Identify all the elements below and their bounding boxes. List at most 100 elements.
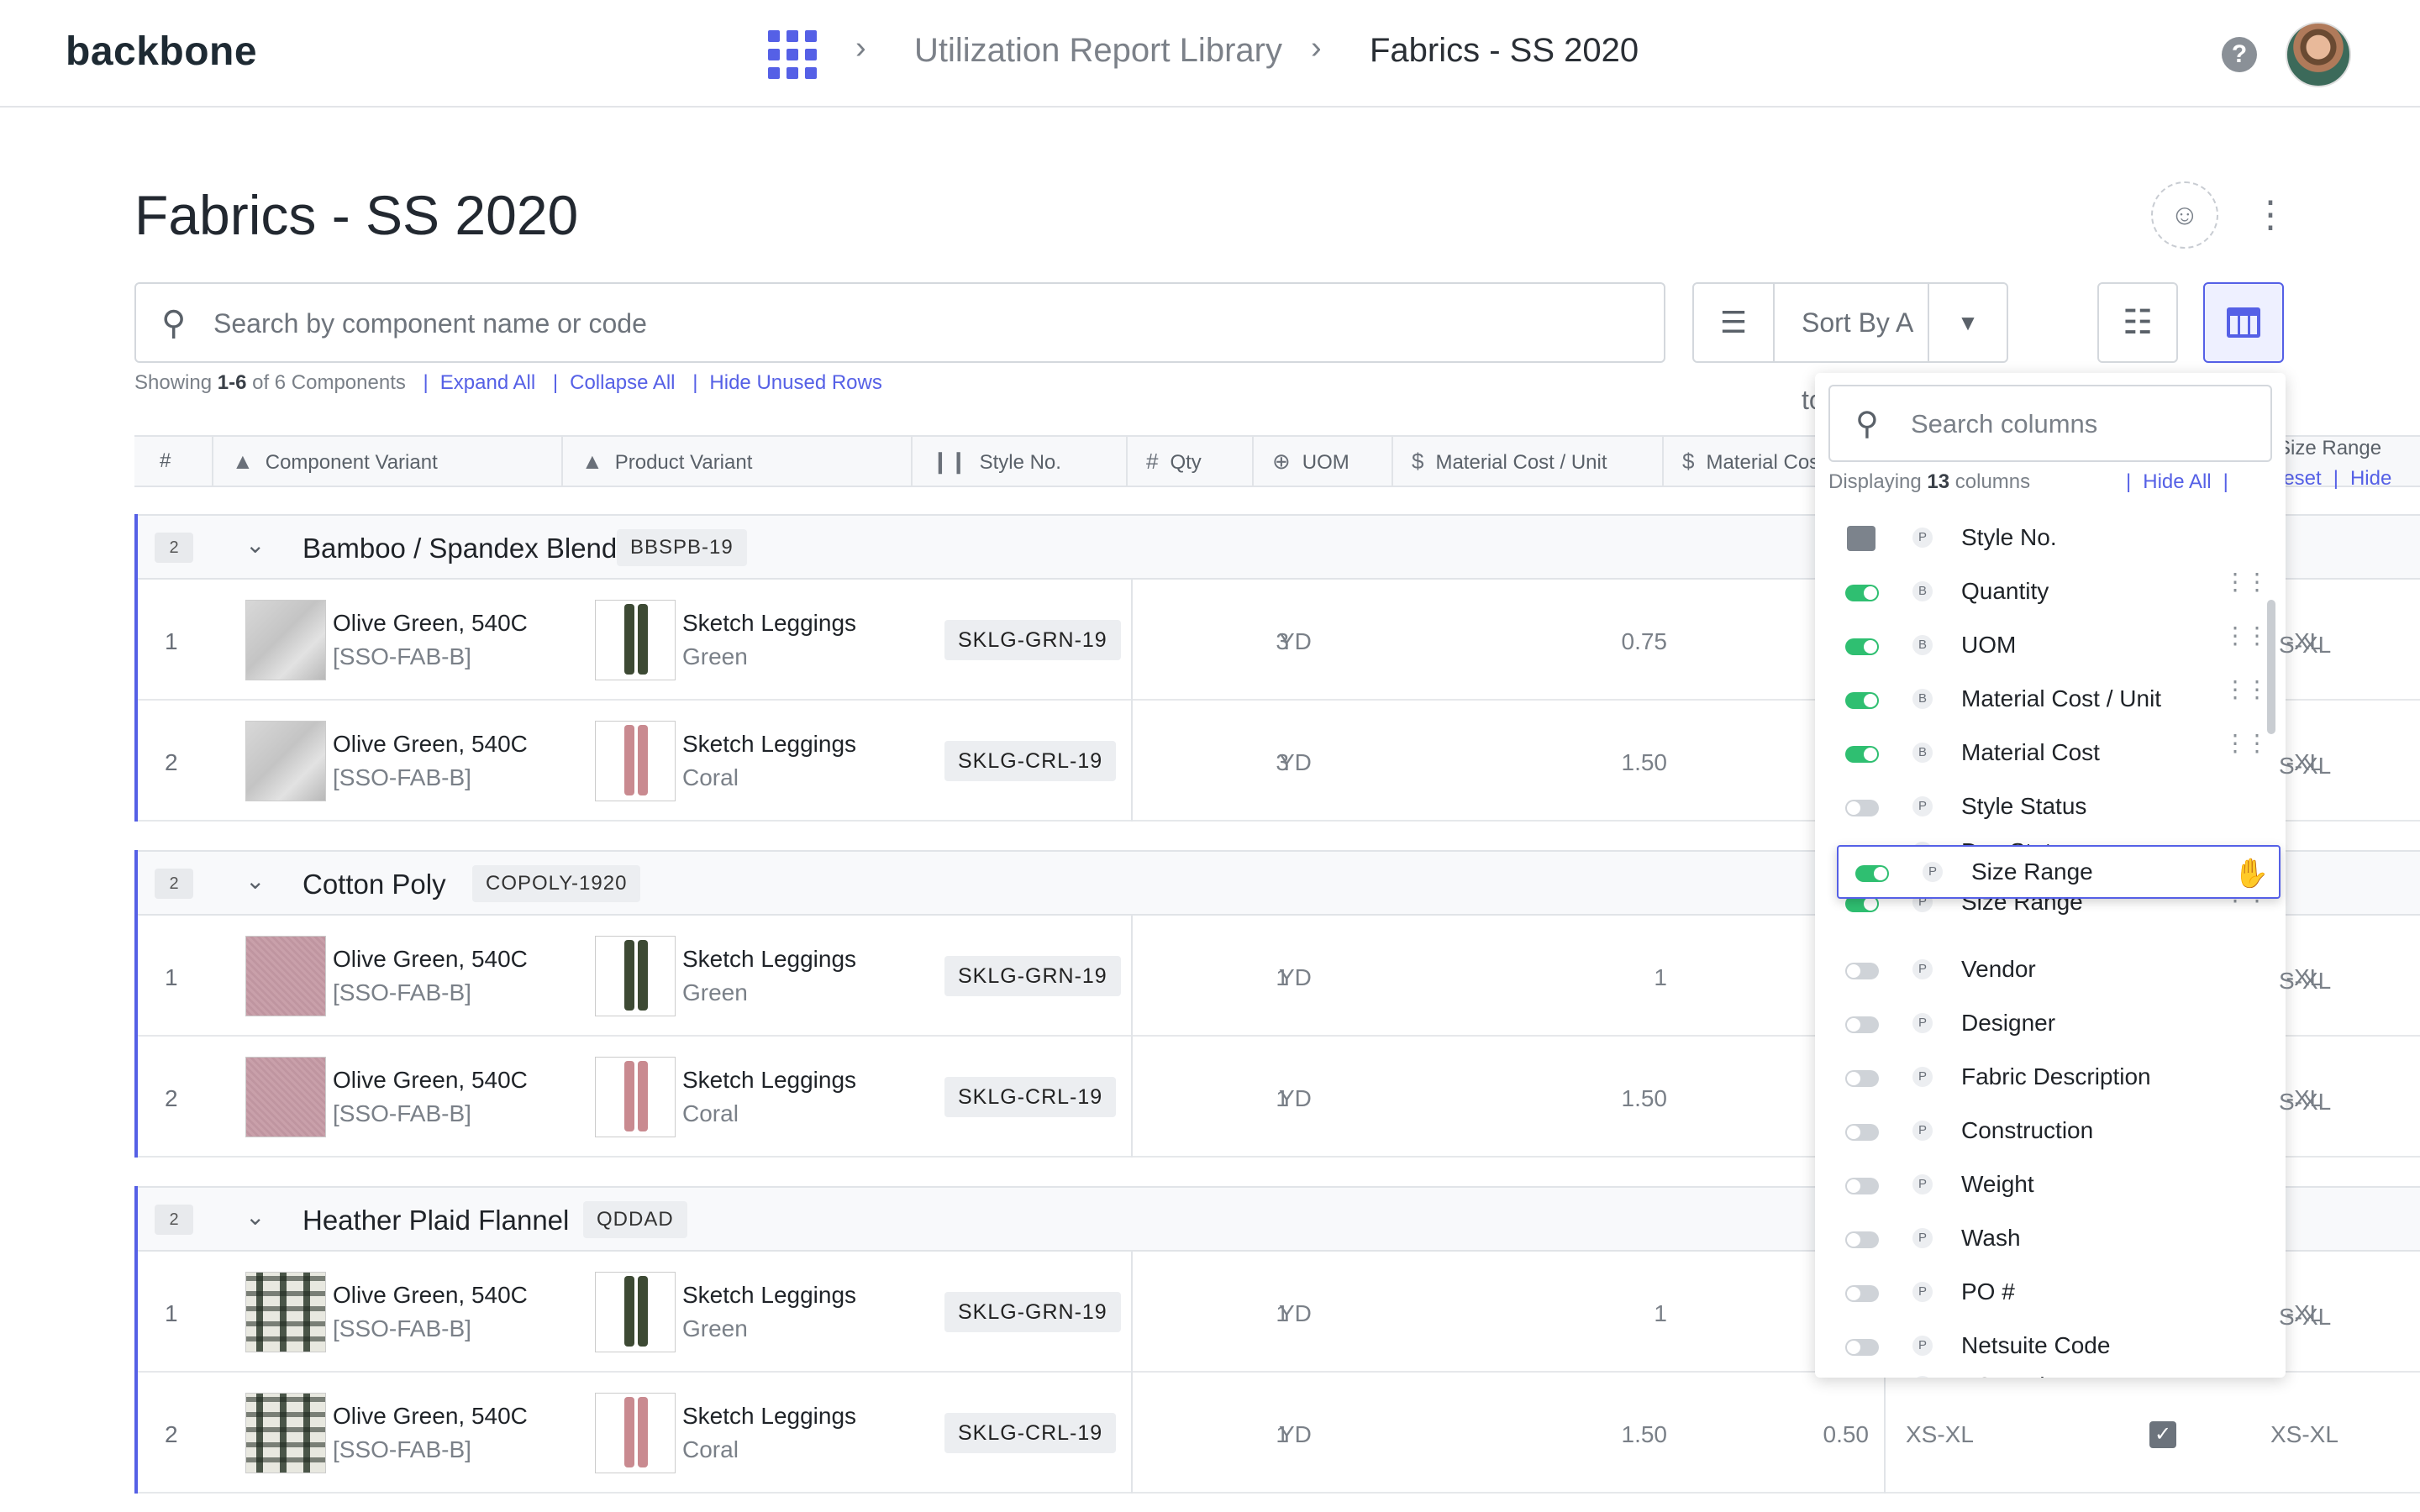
sort-lines-icon[interactable]: ☰ <box>1694 284 1775 361</box>
add-collaborator-button[interactable]: ☺ <box>2151 181 2218 249</box>
chevron-down-icon[interactable]: ▼ <box>1928 284 2007 361</box>
column-label: Netsuite Code <box>1961 1332 2111 1358</box>
column-item[interactable]: P Weight <box>1815 1159 2286 1213</box>
fabric-swatch-image <box>245 1272 326 1352</box>
column-item[interactable]: B Material Cost ⋮⋮ <box>1815 727 2286 781</box>
drag-handle-icon[interactable]: ⋮⋮ <box>2223 678 2269 701</box>
col-header-product-variant[interactable]: ▲ Product Variant <box>563 437 913 486</box>
table-row[interactable]: 2 Olive Green, 540C [SSO-FAB-B] Sketch Legg… <box>138 1373 2420 1494</box>
column-toggle[interactable] <box>1845 1339 1879 1356</box>
style-number-chip: SKLG-CRL-19 <box>944 741 1117 781</box>
dragged-column-item[interactable]: P Size Range ✋ <box>1837 845 2281 899</box>
col-header-index[interactable]: # <box>134 437 213 486</box>
column-toggle[interactable] <box>1845 1124 1879 1141</box>
component-variant-code: [SSO-FAB-B] <box>333 1315 471 1341</box>
collapse-all-link[interactable]: Collapse All <box>570 371 675 394</box>
columns-button[interactable] <box>2203 282 2284 363</box>
expand-all-link[interactable]: Expand All <box>440 371 535 394</box>
column-item[interactable]: P Vendor <box>1815 944 2286 998</box>
sort-label[interactable]: Sort By A to Z <box>1775 284 1928 415</box>
column-toggle[interactable] <box>1845 638 1879 655</box>
hide-unused-rows-link[interactable]: Hide Unused Rows <box>709 371 881 394</box>
column-search-box[interactable]: ⚲ <box>1828 385 2272 462</box>
row-number: 1 <box>165 964 178 990</box>
user-avatar[interactable] <box>2286 22 2351 87</box>
component-search-input[interactable] <box>213 302 1642 344</box>
help-icon[interactable]: ? <box>2222 37 2257 72</box>
column-toggle[interactable] <box>1855 865 1889 882</box>
column-toggle[interactable] <box>1845 1016 1879 1033</box>
column-item[interactable]: B Quantity ⋮⋮ <box>1815 566 2286 620</box>
col-header-component-variant[interactable]: ▲ Component Variant <box>213 437 563 486</box>
dollar-icon: $ <box>1412 449 1424 474</box>
column-item[interactable]: B UOM ⋮⋮ <box>1815 620 2286 674</box>
more-options-icon[interactable]: ⋮ <box>2252 190 2289 240</box>
chevron-down-icon[interactable]: ⌄ <box>245 1203 265 1231</box>
column-item[interactable]: P Style No. <box>1815 512 2286 566</box>
component-search-box[interactable]: ⚲ <box>134 282 1665 363</box>
hide-all-link[interactable]: Hide All <box>2143 470 2211 493</box>
column-item[interactable]: P Designer <box>1815 998 2286 1052</box>
drag-handle-icon[interactable]: ⋮⋮ <box>2223 732 2269 755</box>
column-type-badge: P <box>1912 1376 1933 1378</box>
column-toggle[interactable] <box>1845 1231 1879 1248</box>
column-toggle[interactable] <box>1845 585 1879 601</box>
group-name: Heather Plaid Flannel <box>302 1205 570 1236</box>
col-header-qty[interactable]: # Qty <box>1128 437 1254 486</box>
column-label: Wash <box>1961 1225 2021 1251</box>
column-item[interactable]: P FOB Price <box>1815 1361 2286 1378</box>
column-item[interactable]: P Wash <box>1815 1213 2286 1267</box>
column-item[interactable]: P Construction <box>1815 1105 2286 1159</box>
column-type-badge: P <box>1912 1067 1933 1087</box>
drag-handle-icon[interactable]: ⋮⋮ <box>2223 570 2269 594</box>
column-item[interactable]: B Material Cost / Unit ⋮⋮ <box>1815 674 2286 727</box>
breadcrumb-report-library[interactable]: Utilization Report Library <box>914 32 1282 70</box>
column-list-scrollbar[interactable] <box>2267 600 2275 734</box>
summary-prefix: Showing <box>134 371 218 394</box>
column-toggle[interactable] <box>1845 800 1879 816</box>
sort-control[interactable]: ☰ Sort By A to Z ▼ <box>1692 282 2008 415</box>
column-toggle[interactable] <box>1845 1285 1879 1302</box>
columns-icon <box>2227 307 2260 338</box>
column-item[interactable]: P Fabric Description <box>1815 1052 2286 1105</box>
col-header-size-range[interactable]: Size Range <box>2277 437 2381 460</box>
column-label: Material Cost / Unit <box>1961 685 2162 711</box>
size-range-value: XS-XL <box>1906 1421 1974 1447</box>
component-variant-name: Olive Green, 540C <box>333 1282 528 1308</box>
column-type-badge: P <box>1923 862 1943 882</box>
column-toggle[interactable] <box>1845 1070 1879 1087</box>
breadcrumb-separator-icon: › <box>855 30 866 66</box>
divider: | <box>423 371 429 394</box>
drag-handle-icon[interactable]: ⋮⋮ <box>2223 624 2269 648</box>
column-toggle[interactable] <box>1845 746 1879 763</box>
column-divider <box>1131 1037 1133 1158</box>
col-header-uom[interactable]: ⊕ UOM <box>1254 437 1393 486</box>
column-toggle[interactable] <box>1845 1178 1879 1194</box>
product-variant-color: Green <box>682 979 748 1005</box>
group-code: QDDAD <box>583 1201 687 1238</box>
grab-hand-icon: ✋ <box>2233 858 2270 890</box>
person-add-icon: ☺ <box>2170 198 2200 231</box>
column-item[interactable]: P PO # <box>1815 1267 2286 1320</box>
chevron-down-icon[interactable]: ⌄ <box>245 867 265 895</box>
column-actions-peek: Reset | Hide <box>2269 467 2391 491</box>
col-header-label: Size Range <box>2277 437 2382 459</box>
column-label: Construction <box>1961 1117 2094 1143</box>
product-image <box>595 1272 676 1352</box>
column-label: Vendor <box>1961 956 2036 982</box>
col-header-material-cost-unit[interactable]: $ Material Cost / Unit <box>1393 437 1664 486</box>
apps-grid-icon[interactable] <box>768 30 817 79</box>
column-label: UOM <box>1961 632 2017 658</box>
column-divider <box>1131 1252 1133 1373</box>
column-toggle[interactable] <box>1845 963 1879 979</box>
style-number-chip: SKLG-GRN-19 <box>944 1292 1121 1332</box>
column-toggle[interactable] <box>1845 692 1879 709</box>
col-header-style-no[interactable]: ❙❙ Style No. <box>913 437 1128 486</box>
app-logo[interactable]: backbone <box>66 29 257 75</box>
column-search-input[interactable] <box>1911 405 2255 444</box>
product-image <box>595 1393 676 1473</box>
hide-link[interactable]: Hide <box>2350 467 2391 490</box>
filter-button[interactable]: ☷ <box>2097 282 2178 363</box>
chevron-down-icon[interactable]: ⌄ <box>245 531 265 559</box>
checkbox-checked-icon[interactable]: ✓ <box>2149 1421 2176 1448</box>
